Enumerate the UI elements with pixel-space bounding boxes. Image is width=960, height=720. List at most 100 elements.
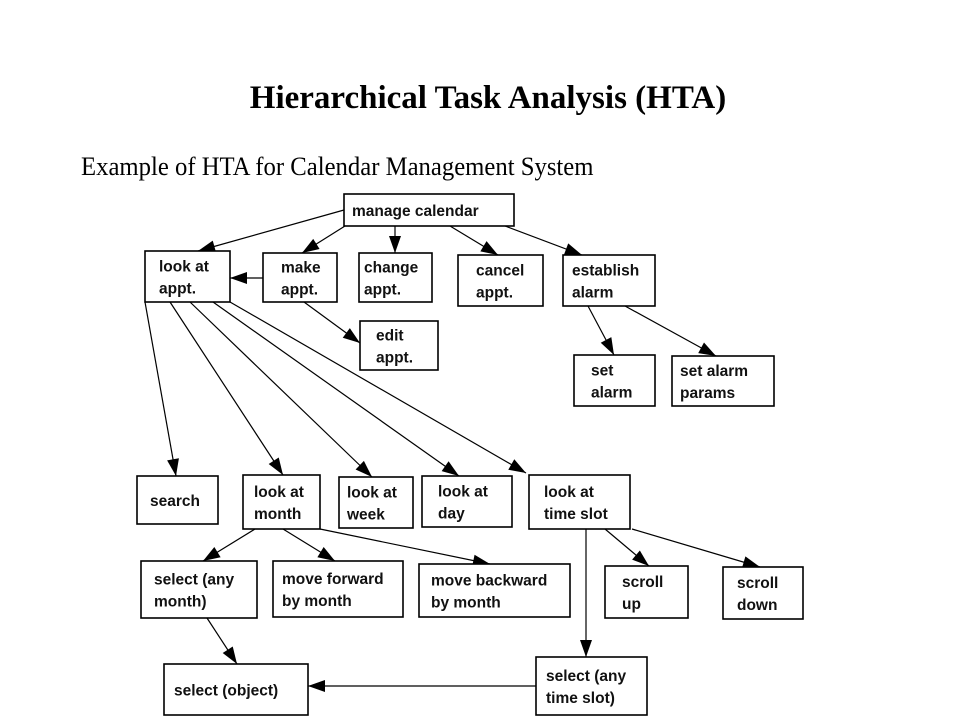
arrowhead-icon [317, 546, 335, 561]
node-label: month [254, 506, 301, 523]
arrowhead-icon [698, 342, 716, 356]
arrowhead-icon [480, 241, 498, 255]
node-label: scroll [622, 574, 663, 591]
hta-diagram: manage calendarlook atappt.makeappt.chan… [136, 193, 804, 716]
edge-line [631, 528, 761, 568]
edge-make-appt-to-edit-appt [303, 301, 361, 344]
node-cancel-appt: cancel appt. [457, 254, 544, 307]
node-establish-alarm: establish alarm [562, 254, 656, 307]
arrowhead-icon [230, 272, 247, 284]
node-label: set [591, 363, 613, 380]
node-label: month) [154, 594, 207, 611]
arrowhead-icon [632, 550, 649, 566]
node-look-at-time-slot: look at time slot [528, 474, 631, 530]
arrowhead-icon [203, 546, 221, 561]
node-label: by month [431, 595, 501, 612]
node-label: day [438, 506, 465, 523]
node-set-alarm-params: set alarm params [671, 355, 775, 407]
node-label: appt. [364, 282, 401, 299]
node-label: move backward [431, 573, 547, 590]
edge-look-at-time-slot-to-select-any-time-slot [580, 529, 592, 657]
edge-look-at-appt-to-search [144, 301, 179, 477]
node-label: cancel [476, 263, 524, 280]
arrowhead-icon [342, 328, 360, 343]
edge-manage-calendar-to-cancel-appt [449, 225, 499, 256]
arrowhead-icon [308, 680, 325, 692]
node-select-any-month: select (any month) [140, 560, 258, 619]
node-scroll-down: scroll down [722, 566, 804, 620]
edge-look-at-time-slot-to-scroll-up [604, 528, 650, 567]
edge-line [189, 301, 373, 478]
node-label: edit [376, 328, 404, 345]
node-label: week [346, 507, 385, 524]
arrowhead-icon [741, 556, 760, 568]
node-label: time slot) [546, 690, 615, 707]
node-label: appt. [376, 350, 413, 367]
node-look-at-day: look at day [421, 475, 513, 528]
node-label: down [737, 597, 777, 614]
node-label: move forward [282, 571, 384, 588]
edge-line [144, 301, 177, 477]
arrowhead-icon [389, 236, 401, 253]
edge-establish-alarm-to-set-alarm-params [624, 305, 717, 357]
node-label: search [150, 493, 200, 510]
edge-look-at-appt-to-look-at-week [189, 301, 373, 478]
node-label: look at [159, 259, 209, 276]
node-search: search [136, 475, 219, 525]
edge-line [197, 209, 345, 252]
edge-select-any-month-to-select-object [206, 617, 238, 665]
edge-manage-calendar-to-establish-alarm [504, 225, 583, 256]
node-label: alarm [572, 285, 613, 302]
node-label: set alarm [680, 363, 748, 380]
arrowhead-icon [167, 458, 179, 476]
node-make-appt: make appt. [262, 252, 338, 303]
edge-establish-alarm-to-set-alarm [587, 305, 615, 356]
edge-line [169, 301, 284, 476]
node-set-alarm: set alarm [573, 354, 656, 407]
arrowhead-icon [222, 646, 237, 664]
arrowhead-icon [441, 461, 459, 476]
arrowhead-icon [302, 238, 320, 253]
node-label: appt. [476, 285, 513, 302]
node-label: appt. [281, 282, 318, 299]
node-label: select (object) [174, 683, 278, 700]
node-scroll-up: scroll up [604, 565, 689, 619]
node-look-at-appt: look at appt. [144, 250, 231, 303]
node-label: change [364, 260, 419, 277]
nodes-layer: manage calendarlook atappt.makeappt.chan… [136, 193, 804, 716]
node-label: appt. [159, 281, 196, 298]
node-label: scroll [737, 575, 778, 592]
node-move-forward-by-month: move forward by month [272, 560, 404, 618]
node-label: make [281, 260, 321, 277]
edge-manage-calendar-to-change-appt [389, 226, 401, 253]
node-change-appt: change appt. [358, 252, 433, 303]
node-label: select (any [154, 572, 235, 589]
node-move-backward-by-month: move backward by month [418, 563, 571, 618]
node-label: params [680, 385, 735, 402]
node-label: look at [254, 484, 304, 501]
edge-look-at-time-slot-to-scroll-down [631, 528, 761, 568]
edges-layer [144, 209, 761, 692]
edge-line [319, 528, 491, 565]
node-edit-appt: edit appt. [359, 320, 439, 371]
edge-select-any-time-slot-to-select-object [308, 680, 536, 692]
node-label: alarm [591, 385, 632, 402]
node-look-at-week: look at week [338, 476, 414, 529]
arrowhead-icon [268, 457, 283, 475]
edge-manage-calendar-to-make-appt [301, 225, 346, 254]
node-label: manage calendar [352, 203, 479, 220]
node-look-at-month: look at month [242, 474, 321, 530]
node-label: select (any [546, 668, 627, 685]
edge-look-at-month-to-select-any-month [202, 528, 256, 562]
node-select-any-time-slot: select (any time slot) [535, 656, 648, 716]
node-label: look at [438, 484, 488, 501]
node-label: time slot [544, 506, 608, 523]
node-label: by month [282, 593, 352, 610]
node-label: look at [347, 485, 397, 502]
edge-look-at-month-to-move-forward-by-month [282, 528, 336, 562]
arrowhead-icon [580, 640, 592, 657]
node-manage-calendar: manage calendar [343, 193, 515, 227]
arrowhead-icon [508, 459, 526, 473]
arrowhead-icon [563, 243, 582, 255]
node-label: establish [572, 263, 639, 280]
